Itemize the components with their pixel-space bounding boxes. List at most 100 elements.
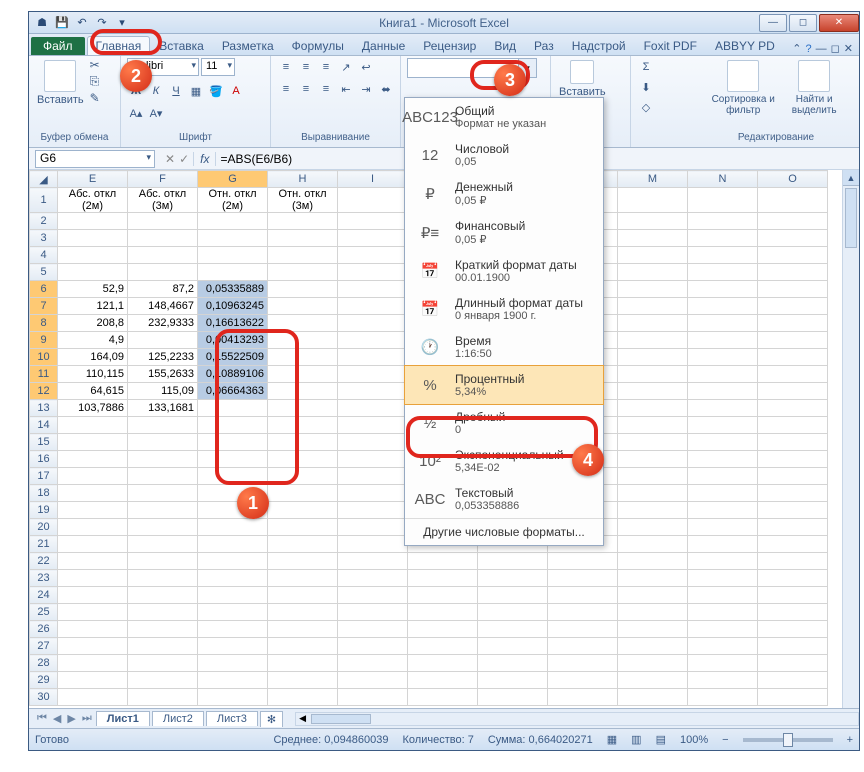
border-button[interactable]: ▦ [187, 82, 205, 100]
cell-G27[interactable] [198, 638, 268, 655]
minimize-button[interactable]: — [759, 14, 787, 32]
cell-J29[interactable] [408, 672, 478, 689]
cell-H28[interactable] [268, 655, 338, 672]
cell-O11[interactable] [758, 366, 828, 383]
cell-I6[interactable] [338, 281, 408, 298]
cell-G12[interactable]: 0,06664363 [198, 383, 268, 400]
format-option-2[interactable]: ₽ Денежный0,05 ₽ [405, 174, 603, 213]
cell-N19[interactable] [688, 502, 758, 519]
cell-I25[interactable] [338, 604, 408, 621]
cell-G25[interactable] [198, 604, 268, 621]
cancel-icon[interactable]: ✕ [165, 152, 175, 166]
cell-G3[interactable] [198, 230, 268, 247]
cell-H25[interactable] [268, 604, 338, 621]
cell-F11[interactable]: 155,2633 [128, 366, 198, 383]
cell-O10[interactable] [758, 349, 828, 366]
format-option-6[interactable]: 🕐 Время1:16:50 [405, 328, 603, 366]
cell-N9[interactable] [688, 332, 758, 349]
cell-F19[interactable] [128, 502, 198, 519]
align-center-icon[interactable]: ≡ [297, 80, 315, 98]
cell-N14[interactable] [688, 417, 758, 434]
cell-L24[interactable] [548, 587, 618, 604]
cell-N6[interactable] [688, 281, 758, 298]
cell-G5[interactable] [198, 264, 268, 281]
cell-K30[interactable] [478, 689, 548, 706]
cell-M15[interactable] [618, 434, 688, 451]
cell-M9[interactable] [618, 332, 688, 349]
cell-G24[interactable] [198, 587, 268, 604]
cell-I9[interactable] [338, 332, 408, 349]
tab-layout[interactable]: Разметка [213, 36, 283, 55]
cell-M21[interactable] [618, 536, 688, 553]
col-O[interactable]: O [758, 171, 828, 188]
cell-G26[interactable] [198, 621, 268, 638]
row-7[interactable]: 7 [30, 298, 58, 315]
cell-M12[interactable] [618, 383, 688, 400]
cell-M17[interactable] [618, 468, 688, 485]
tab-formulas[interactable]: Формулы [283, 36, 353, 55]
cell-M6[interactable] [618, 281, 688, 298]
row-11[interactable]: 11 [30, 366, 58, 383]
cell-H12[interactable] [268, 383, 338, 400]
row-15[interactable]: 15 [30, 434, 58, 451]
zoom-in-icon[interactable]: + [847, 734, 853, 746]
cell-O4[interactable] [758, 247, 828, 264]
cell-I5[interactable] [338, 264, 408, 281]
sheet-tab-2[interactable]: Лист2 [152, 711, 204, 726]
cell-I14[interactable] [338, 417, 408, 434]
cell-E17[interactable] [58, 468, 128, 485]
row-1[interactable]: 1 [30, 188, 58, 213]
cell-N3[interactable] [688, 230, 758, 247]
format-option-10[interactable]: ABC Текстовый0,053358886 [405, 480, 603, 518]
cell-G21[interactable] [198, 536, 268, 553]
zoom-out-icon[interactable]: − [722, 734, 728, 746]
cell-K23[interactable] [478, 570, 548, 587]
doc-max-icon[interactable]: ◻ [831, 42, 840, 55]
copy-icon[interactable]: ⎘ [90, 74, 100, 89]
cell-F20[interactable] [128, 519, 198, 536]
cell-E8[interactable]: 208,8 [58, 315, 128, 332]
cell-J22[interactable] [408, 553, 478, 570]
cell-G11[interactable]: 0,10889106 [198, 366, 268, 383]
tab-view[interactable]: Вид [485, 36, 525, 55]
col-I[interactable]: I [338, 171, 408, 188]
cell-G7[interactable]: 0,10963245 [198, 298, 268, 315]
cell-H3[interactable] [268, 230, 338, 247]
cell-H7[interactable] [268, 298, 338, 315]
cell-N26[interactable] [688, 621, 758, 638]
cell-F13[interactable]: 133,1681 [128, 400, 198, 417]
cell-N11[interactable] [688, 366, 758, 383]
cell-H19[interactable] [268, 502, 338, 519]
align-top-icon[interactable]: ≡ [277, 58, 295, 76]
cell-O19[interactable] [758, 502, 828, 519]
italic-button[interactable]: К [147, 82, 165, 100]
cell-M8[interactable] [618, 315, 688, 332]
cell-I20[interactable] [338, 519, 408, 536]
cell-I4[interactable] [338, 247, 408, 264]
cell-L27[interactable] [548, 638, 618, 655]
cell-L28[interactable] [548, 655, 618, 672]
sheet-tab-1[interactable]: Лист1 [96, 711, 150, 726]
tab-data[interactable]: Данные [353, 36, 414, 55]
cell-I30[interactable] [338, 689, 408, 706]
cell-E5[interactable] [58, 264, 128, 281]
cell-G30[interactable] [198, 689, 268, 706]
cell-J24[interactable] [408, 587, 478, 604]
cell-I24[interactable] [338, 587, 408, 604]
sheet-tab-new[interactable]: ✻ [260, 711, 283, 727]
orientation-icon[interactable]: ↗ [337, 58, 355, 76]
cell-L29[interactable] [548, 672, 618, 689]
cell-K26[interactable] [478, 621, 548, 638]
cell-M4[interactable] [618, 247, 688, 264]
qat-undo[interactable]: ↶ [73, 14, 91, 32]
cell-E6[interactable]: 52,9 [58, 281, 128, 298]
cell-M11[interactable] [618, 366, 688, 383]
cell-H22[interactable] [268, 553, 338, 570]
cell-O18[interactable] [758, 485, 828, 502]
row-17[interactable]: 17 [30, 468, 58, 485]
cell-E13[interactable]: 103,7886 [58, 400, 128, 417]
cell-G16[interactable] [198, 451, 268, 468]
cell-F16[interactable] [128, 451, 198, 468]
cell-J25[interactable] [408, 604, 478, 621]
cell-E18[interactable] [58, 485, 128, 502]
